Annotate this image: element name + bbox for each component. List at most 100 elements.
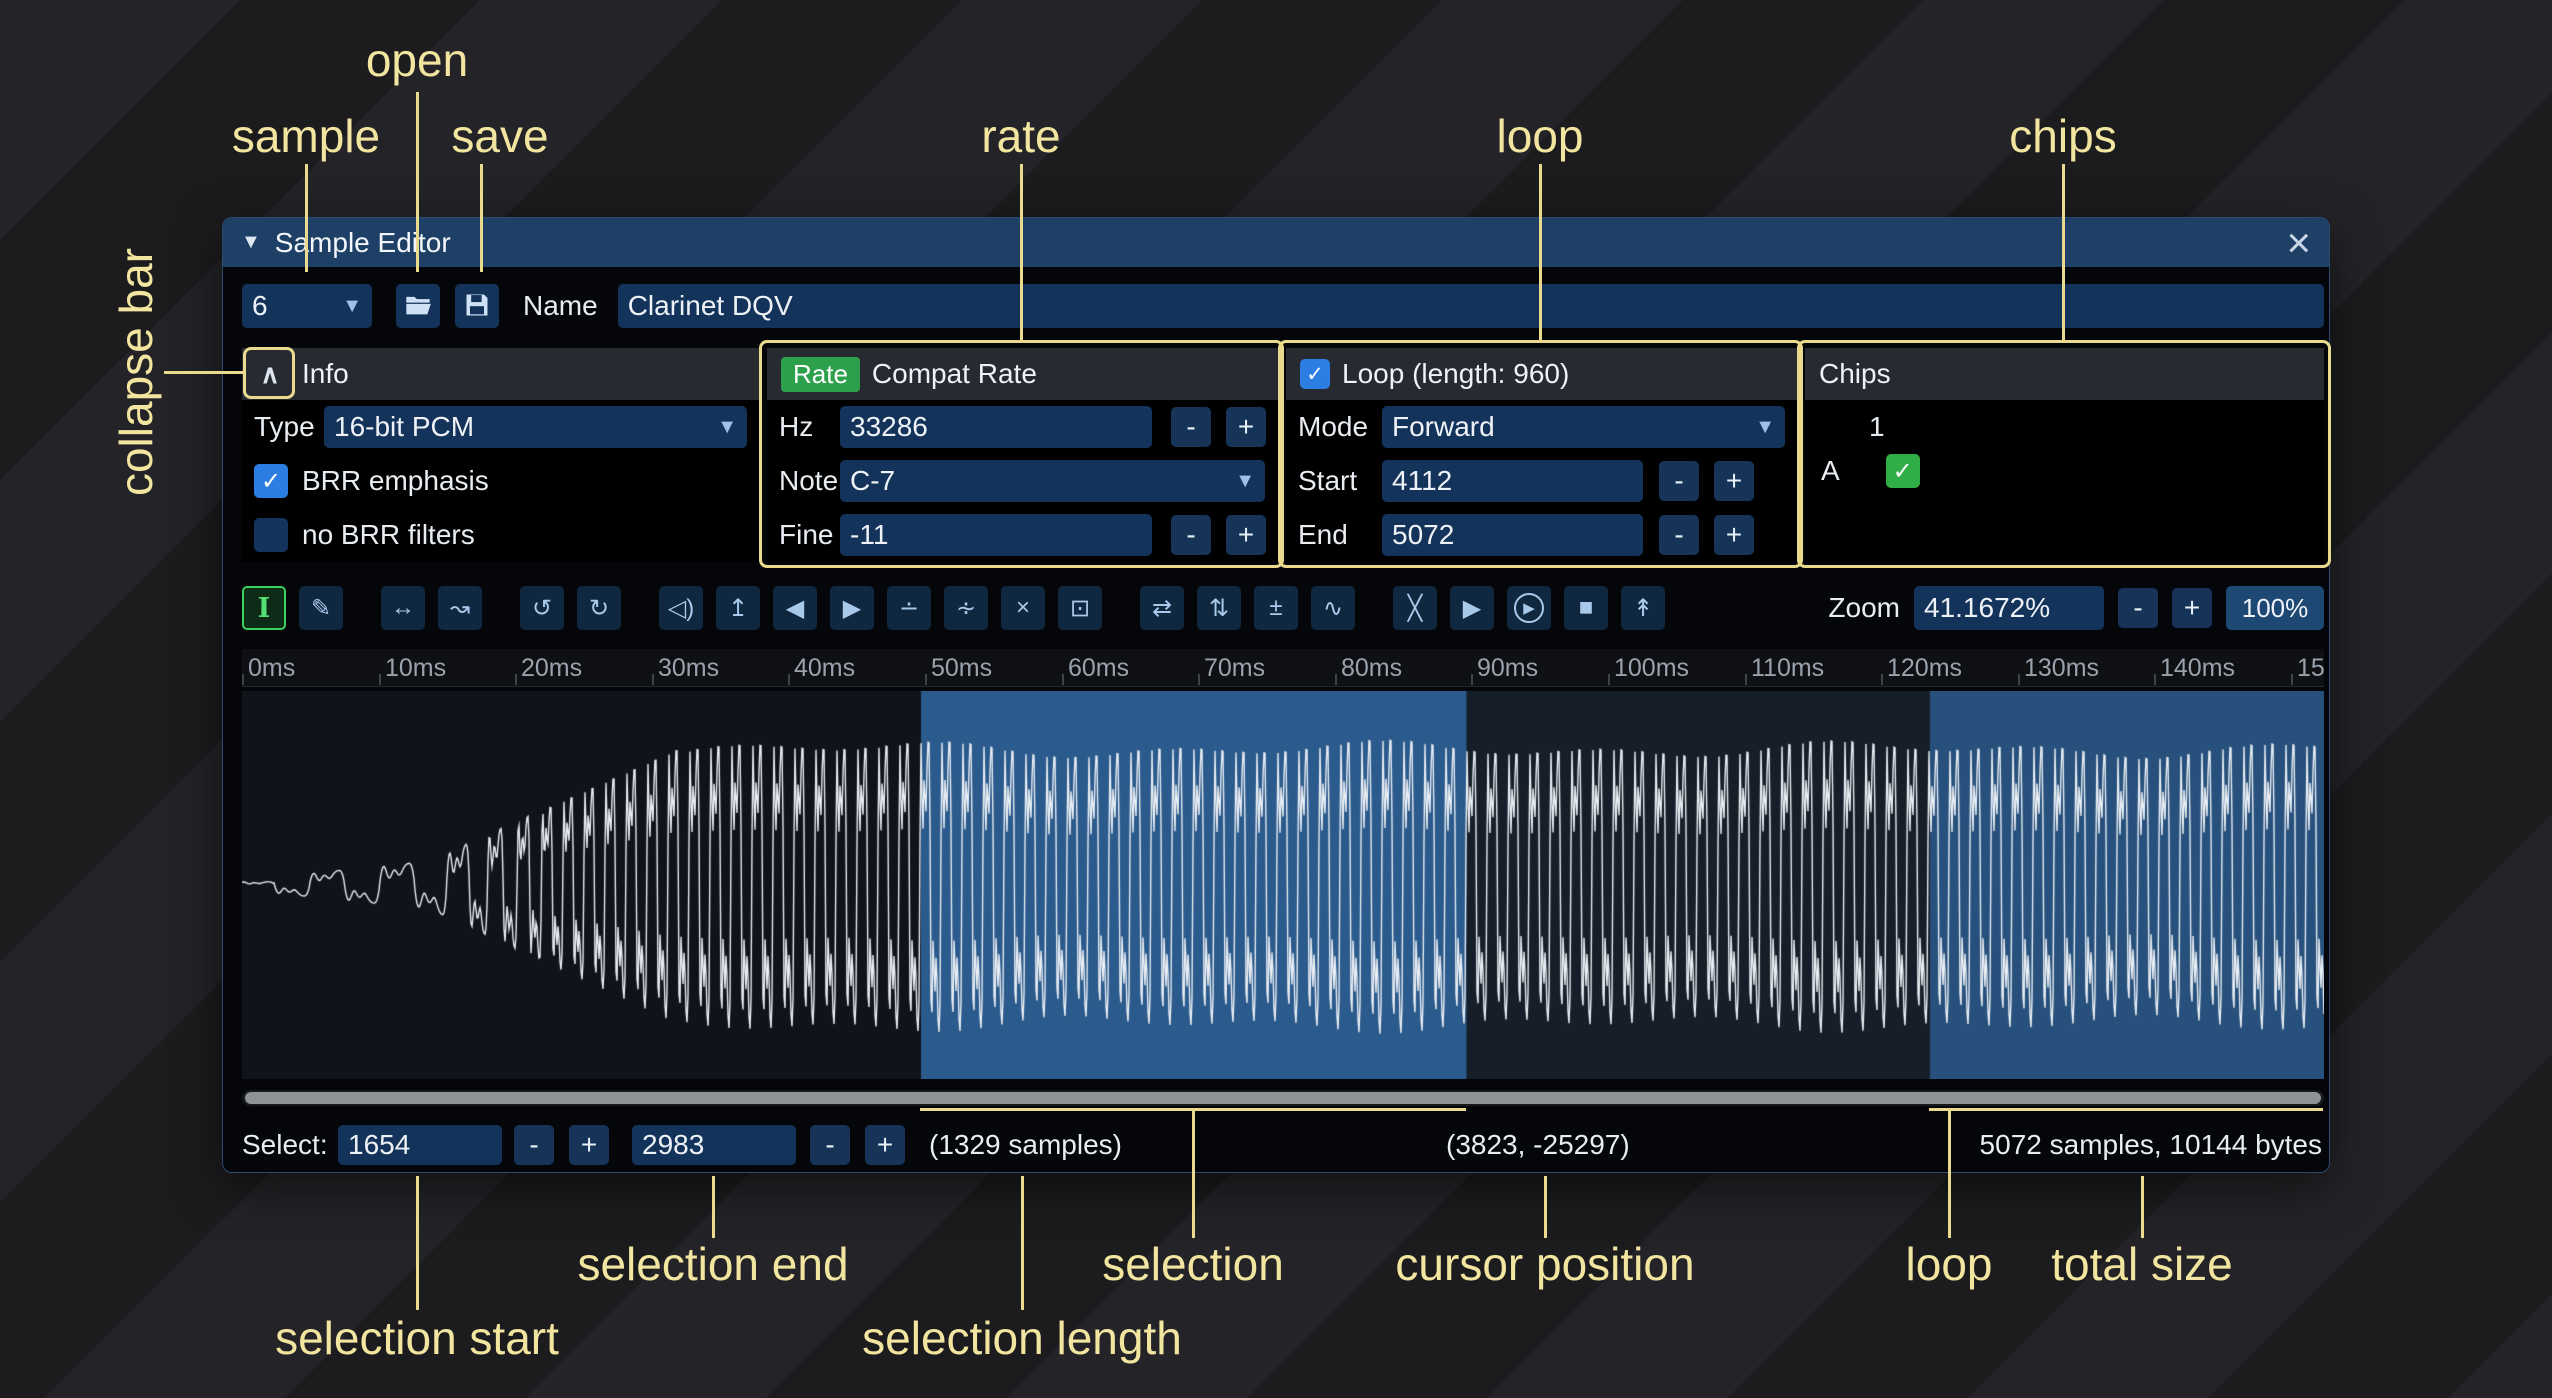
no-brr-filters-label: no BRR filters — [302, 519, 475, 551]
selection-end-input[interactable]: 2983 — [632, 1125, 796, 1165]
zoom-input[interactable]: 41.1672% — [1914, 586, 2104, 630]
waveform-scrollbar[interactable] — [242, 1090, 2324, 1106]
annotation-open-label: open — [366, 33, 468, 87]
selection-end-decrement-button[interactable]: - — [810, 1125, 850, 1165]
annotation-selection-label: selection — [1102, 1237, 1284, 1291]
ruler-label: 20ms — [521, 649, 582, 687]
annotation-loop-box — [1278, 340, 1803, 568]
selection-start-increment-button[interactable]: + — [569, 1125, 609, 1165]
name-label: Name — [523, 290, 598, 322]
status-bar: Select: 1654 - + 2983 - + (1329 samples)… — [223, 1121, 2331, 1169]
pencil-icon: ✎ — [311, 594, 331, 623]
brr-emphasis-checkbox[interactable]: ✓ — [254, 464, 288, 498]
annotation-open-line — [416, 92, 419, 272]
reverse-button[interactable]: ⇄ — [1140, 586, 1184, 630]
annotation-rate-box — [759, 340, 1284, 568]
insert-silence-button[interactable]: ∸ — [887, 586, 931, 630]
stop-preview-button[interactable]: ■ — [1564, 586, 1608, 630]
zoom-in-button[interactable]: + — [2172, 588, 2212, 628]
preview-button[interactable]: ▶ — [1450, 586, 1494, 630]
no-brr-filters-checkbox[interactable] — [254, 518, 288, 552]
annotation-rate-label: rate — [981, 109, 1060, 163]
sign-invert-icon: ± — [1269, 594, 1282, 622]
crossfade-button[interactable]: ╳ — [1393, 586, 1437, 630]
apply-silence-button[interactable]: ∻ — [944, 586, 988, 630]
filter-icon: ∿ — [1323, 594, 1343, 623]
fade-out-icon: ▶ — [843, 594, 861, 623]
fade-in-button[interactable]: ◀ — [773, 586, 817, 630]
ibeam-cursor-icon: I — [258, 593, 271, 624]
export-button[interactable]: ↟ — [1621, 586, 1665, 630]
ruler-label: 100ms — [1614, 649, 1689, 687]
edit-mode-select-button[interactable]: I — [242, 586, 286, 630]
sign-invert-button[interactable]: ± — [1254, 586, 1298, 630]
annotation-loop-line — [1539, 164, 1542, 340]
sample-number-dropdown[interactable]: 6 ▼ — [242, 284, 372, 328]
filter-button[interactable]: ∿ — [1311, 586, 1355, 630]
window-collapse-icon[interactable]: ▼ — [241, 231, 261, 254]
sample-type-dropdown[interactable]: 16-bit PCM ▼ — [324, 406, 747, 448]
annotation-total-size-line — [2141, 1176, 2144, 1238]
info-panel-header[interactable]: ∧ Info — [242, 348, 759, 400]
open-button[interactable] — [396, 284, 440, 328]
zoom-value: 41.1672% — [1924, 592, 2050, 624]
close-icon[interactable]: × — [2286, 228, 2311, 258]
annotation-cursor-position-line — [1544, 1176, 1547, 1238]
scrollbar-thumb[interactable] — [245, 1092, 2321, 1104]
check-icon: ✓ — [261, 467, 281, 496]
ruler-label: 90ms — [1477, 649, 1538, 687]
chevron-down-icon: ▼ — [332, 295, 362, 318]
annotation-sample-line — [305, 164, 308, 272]
ruler-label: 130ms — [2024, 649, 2099, 687]
resample-icon: ↝ — [450, 594, 470, 623]
fade-out-button[interactable]: ▶ — [830, 586, 874, 630]
zoom-label: Zoom — [1828, 592, 1900, 624]
annotation-sample-label: sample — [232, 109, 380, 163]
annotation-loop-tick — [1948, 1108, 1951, 1238]
sample-type-value: 16-bit PCM — [334, 411, 474, 443]
selection-end-value: 2983 — [642, 1125, 704, 1165]
selection-start-input[interactable]: 1654 — [338, 1125, 502, 1165]
waveform-canvas[interactable] — [242, 691, 2324, 1079]
zoom-reset-button[interactable]: 100% — [2226, 586, 2324, 630]
redo-button[interactable]: ↻ — [577, 586, 621, 630]
invert-button[interactable]: ⇅ — [1197, 586, 1241, 630]
annotation-collapse-line — [164, 371, 243, 374]
annotation-selection-end-line — [712, 1176, 715, 1238]
play-circle-icon: ▶ — [1514, 593, 1544, 623]
normalize-button[interactable]: ↥ — [716, 586, 760, 630]
amplify-button[interactable]: ◁) — [659, 586, 703, 630]
selection-start-value: 1654 — [348, 1125, 410, 1165]
invert-icon: ⇅ — [1209, 594, 1229, 623]
undo-icon: ↺ — [532, 594, 552, 623]
annotation-loop-bottom-label: loop — [1906, 1237, 1993, 1291]
stop-icon: ■ — [1579, 594, 1594, 622]
sample-name-input[interactable]: Clarinet DQV — [618, 284, 2324, 328]
edit-mode-draw-button[interactable]: ✎ — [299, 586, 343, 630]
preview-loop-button[interactable]: ▶ — [1507, 586, 1551, 630]
time-ruler[interactable]: 0ms 10ms 20ms 30ms 40ms 50ms 60ms 70ms 8… — [242, 649, 2324, 687]
window-titlebar[interactable]: ▼ Sample Editor × — [223, 218, 2329, 267]
resample-button[interactable]: ↝ — [438, 586, 482, 630]
redo-icon: ↻ — [589, 594, 609, 623]
annotation-save-label: save — [451, 109, 548, 163]
annotation-collapse-bar-label: collapse bar — [109, 248, 163, 496]
insert-silence-icon: ∸ — [899, 594, 919, 623]
save-button[interactable] — [455, 284, 499, 328]
normalize-icon: ↥ — [728, 594, 748, 623]
crop-icon: ⊡ — [1070, 594, 1090, 623]
annotation-chips-label: chips — [2009, 109, 2116, 163]
reverse-icon: ⇄ — [1152, 594, 1172, 623]
annotation-loop-bracket — [1929, 1108, 2323, 1111]
trim-button[interactable]: ⊡ — [1058, 586, 1102, 630]
ruler-label: 140ms — [2160, 649, 2235, 687]
delete-button[interactable]: × — [1001, 586, 1045, 630]
zoom-out-button[interactable]: - — [2118, 588, 2158, 628]
selection-start-decrement-button[interactable]: - — [514, 1125, 554, 1165]
undo-button[interactable]: ↺ — [520, 586, 564, 630]
save-icon — [463, 291, 491, 322]
annotation-chips-line — [2062, 164, 2065, 340]
selection-end-increment-button[interactable]: + — [865, 1125, 905, 1165]
ruler-label: 60ms — [1068, 649, 1129, 687]
resize-button[interactable]: ↔ — [381, 586, 425, 630]
